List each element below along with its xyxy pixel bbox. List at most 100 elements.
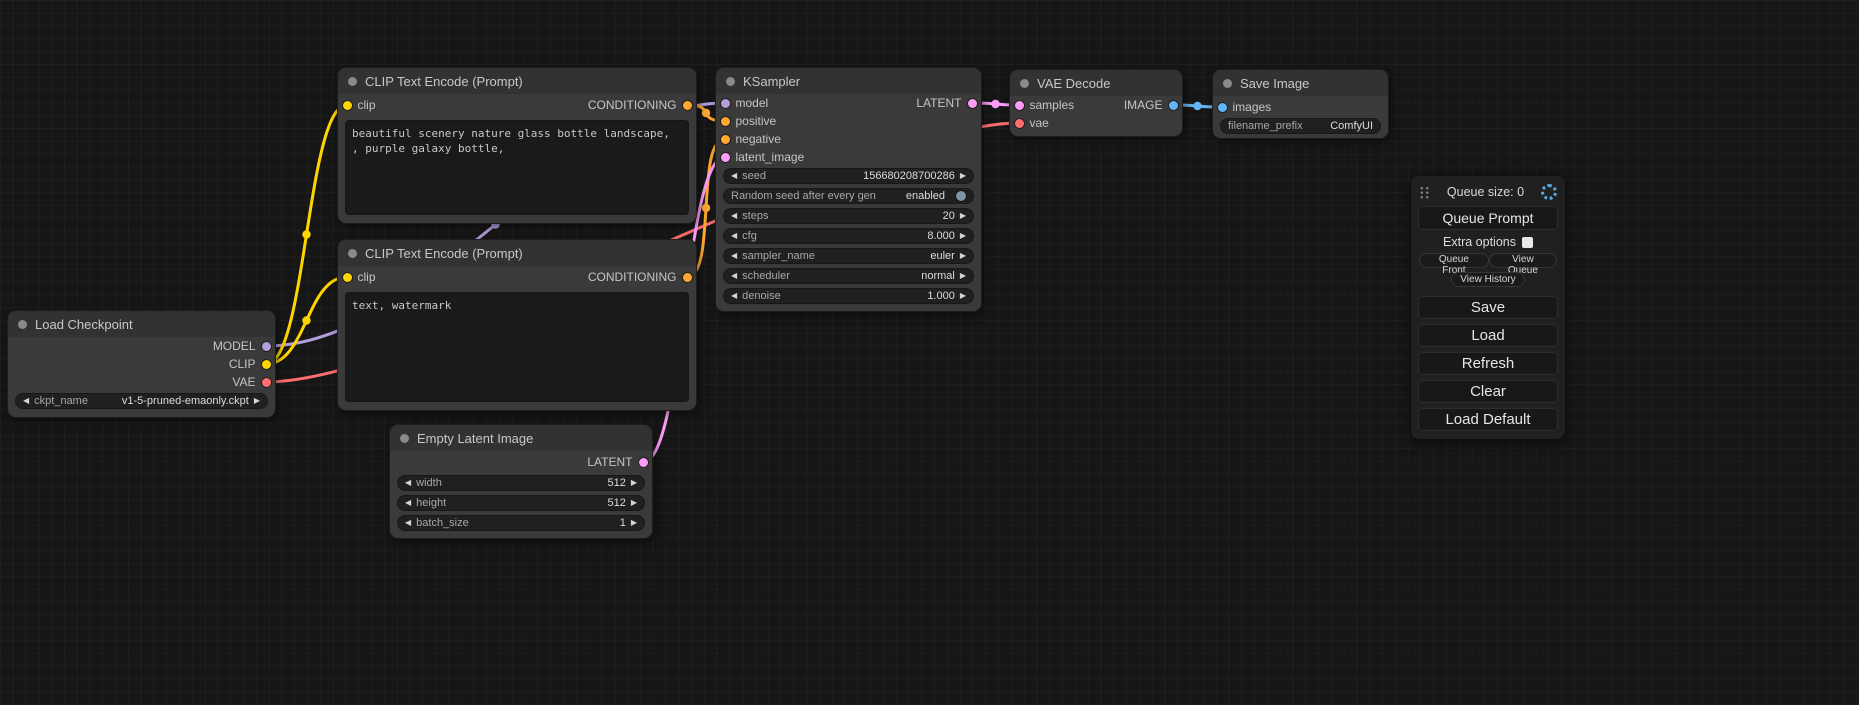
decrement-arrow-icon[interactable]: ◀ xyxy=(731,292,737,300)
denoise-widget[interactable]: ◀ denoise 1.000 ▶ xyxy=(723,288,974,304)
decrement-arrow-icon[interactable]: ◀ xyxy=(405,519,411,527)
image-output-dot[interactable] xyxy=(1169,101,1178,110)
drag-handle-icon[interactable] xyxy=(1419,186,1430,199)
negative-input-dot[interactable] xyxy=(721,135,730,144)
width-widget[interactable]: ◀ width 512 ▶ xyxy=(397,475,645,491)
model-input-dot[interactable] xyxy=(721,99,730,108)
increment-arrow-icon[interactable]: ▶ xyxy=(960,172,966,180)
random-seed-toggle-widget[interactable]: Random seed after every gen enabled xyxy=(723,188,974,204)
output-slot-latent[interactable]: LATENT xyxy=(916,96,976,110)
collapse-dot[interactable] xyxy=(1223,79,1232,88)
graph-canvas[interactable]: Load Checkpoint MODEL CLIP VAE ◀ ckpt_na… xyxy=(0,0,1859,705)
save-button[interactable]: Save xyxy=(1418,296,1558,319)
input-slot-positive[interactable]: positive xyxy=(721,114,777,128)
node-title-bar[interactable]: CLIP Text Encode (Prompt) xyxy=(338,240,696,266)
collapse-dot[interactable] xyxy=(18,320,27,329)
prompt-text-area[interactable]: beautiful scenery nature glass bottle la… xyxy=(345,120,689,215)
increment-arrow-icon[interactable]: ▶ xyxy=(960,232,966,240)
decrement-arrow-icon[interactable]: ◀ xyxy=(405,479,411,487)
node-title-bar[interactable]: CLIP Text Encode (Prompt) xyxy=(338,68,696,94)
decrement-arrow-icon[interactable]: ◀ xyxy=(405,499,411,507)
vae-output-dot[interactable] xyxy=(262,378,271,387)
output-slot-image[interactable]: IMAGE xyxy=(1124,98,1178,112)
increment-arrow-icon[interactable]: ▶ xyxy=(960,272,966,280)
prompt-text-area[interactable]: text, watermark xyxy=(345,292,689,402)
node-ksampler[interactable]: KSampler model LATENT positive negative xyxy=(716,68,981,311)
images-input-dot[interactable] xyxy=(1218,103,1227,112)
increment-arrow-icon[interactable]: ▶ xyxy=(631,499,637,507)
batch-size-widget[interactable]: ◀ batch_size 1 ▶ xyxy=(397,515,645,531)
load-default-button[interactable]: Load Default xyxy=(1418,408,1558,431)
queue-front-button[interactable]: Queue Front xyxy=(1419,253,1489,268)
decrement-arrow-icon[interactable]: ◀ xyxy=(731,212,737,220)
decrement-arrow-icon[interactable]: ◀ xyxy=(731,252,737,260)
output-slot-clip[interactable]: CLIP xyxy=(229,357,271,371)
input-slot-negative[interactable]: negative xyxy=(721,132,781,146)
collapse-dot[interactable] xyxy=(400,434,409,443)
scheduler-widget[interactable]: ◀ scheduler normal ▶ xyxy=(723,268,974,284)
input-slot-vae[interactable]: vae xyxy=(1015,116,1049,130)
node-title-bar[interactable]: KSampler xyxy=(716,68,981,94)
steps-widget[interactable]: ◀ steps 20 ▶ xyxy=(723,208,974,224)
input-slot-clip[interactable]: clip xyxy=(343,270,376,284)
node-vae-decode[interactable]: VAE Decode samples IMAGE vae xyxy=(1010,70,1182,136)
comfy-menu[interactable]: Queue size: 0 Queue Prompt Extra options… xyxy=(1411,176,1565,439)
increment-arrow-icon[interactable]: ▶ xyxy=(960,252,966,260)
collapse-dot[interactable] xyxy=(348,77,357,86)
node-save-image[interactable]: Save Image images filename_prefix ComfyU… xyxy=(1213,70,1388,138)
queue-prompt-button[interactable]: Queue Prompt xyxy=(1418,206,1558,230)
height-widget[interactable]: ◀ height 512 ▶ xyxy=(397,495,645,511)
model-output-dot[interactable] xyxy=(262,342,271,351)
decrement-arrow-icon[interactable]: ◀ xyxy=(23,397,29,405)
sampler-name-widget[interactable]: ◀ sampler_name euler ▶ xyxy=(723,248,974,264)
output-slot-latent[interactable]: LATENT xyxy=(587,455,647,469)
vae-input-dot[interactable] xyxy=(1015,119,1024,128)
input-slot-clip[interactable]: clip xyxy=(343,98,376,112)
extra-options-checkbox[interactable] xyxy=(1522,237,1533,248)
clip-output-dot[interactable] xyxy=(262,360,271,369)
node-title-bar[interactable]: VAE Decode xyxy=(1010,70,1182,96)
filename-prefix-widget[interactable]: filename_prefix ComfyUI xyxy=(1220,118,1381,134)
latent-image-input-dot[interactable] xyxy=(721,153,730,162)
ckpt-name-widget[interactable]: ◀ ckpt_name v1-5-pruned-emaonly.ckpt ▶ xyxy=(15,393,268,409)
decrement-arrow-icon[interactable]: ◀ xyxy=(731,272,737,280)
node-empty-latent-image[interactable]: Empty Latent Image LATENT ◀ width 512 ▶ … xyxy=(390,425,652,538)
samples-input-dot[interactable] xyxy=(1015,101,1024,110)
seed-widget[interactable]: ◀ seed 156680208700286 ▶ xyxy=(723,168,974,184)
collapse-dot[interactable] xyxy=(726,77,735,86)
latent-output-dot[interactable] xyxy=(968,99,977,108)
increment-arrow-icon[interactable]: ▶ xyxy=(254,397,260,405)
node-title-bar[interactable]: Load Checkpoint xyxy=(8,311,275,337)
output-slot-model[interactable]: MODEL xyxy=(213,339,271,353)
clip-input-dot[interactable] xyxy=(343,273,352,282)
decrement-arrow-icon[interactable]: ◀ xyxy=(731,232,737,240)
increment-arrow-icon[interactable]: ▶ xyxy=(960,292,966,300)
input-slot-samples[interactable]: samples xyxy=(1015,98,1075,112)
decrement-arrow-icon[interactable]: ◀ xyxy=(731,172,737,180)
cfg-widget[interactable]: ◀ cfg 8.000 ▶ xyxy=(723,228,974,244)
increment-arrow-icon[interactable]: ▶ xyxy=(631,519,637,527)
refresh-button[interactable]: Refresh xyxy=(1418,352,1558,375)
clip-input-dot[interactable] xyxy=(343,101,352,110)
view-queue-button[interactable]: View Queue xyxy=(1489,253,1557,268)
clear-button[interactable]: Clear xyxy=(1418,380,1558,403)
collapse-dot[interactable] xyxy=(1020,79,1029,88)
input-slot-model[interactable]: model xyxy=(721,96,769,110)
output-slot-conditioning[interactable]: CONDITIONING xyxy=(588,98,692,112)
positive-input-dot[interactable] xyxy=(721,117,730,126)
input-slot-images[interactable]: images xyxy=(1218,100,1272,114)
node-clip-text-encode-negative[interactable]: CLIP Text Encode (Prompt) clip CONDITION… xyxy=(338,240,696,410)
input-slot-latent-image[interactable]: latent_image xyxy=(721,150,805,164)
settings-gear-icon[interactable] xyxy=(1541,184,1557,200)
increment-arrow-icon[interactable]: ▶ xyxy=(631,479,637,487)
latent-output-dot[interactable] xyxy=(639,458,648,467)
toggle-knob[interactable] xyxy=(956,191,966,201)
node-load-checkpoint[interactable]: Load Checkpoint MODEL CLIP VAE ◀ ckpt_na… xyxy=(8,311,275,417)
node-title-bar[interactable]: Save Image xyxy=(1213,70,1388,96)
conditioning-output-dot[interactable] xyxy=(683,273,692,282)
view-history-button[interactable]: View History xyxy=(1451,272,1524,287)
output-slot-conditioning[interactable]: CONDITIONING xyxy=(588,270,692,284)
increment-arrow-icon[interactable]: ▶ xyxy=(960,212,966,220)
node-clip-text-encode-positive[interactable]: CLIP Text Encode (Prompt) clip CONDITION… xyxy=(338,68,696,223)
conditioning-output-dot[interactable] xyxy=(683,101,692,110)
